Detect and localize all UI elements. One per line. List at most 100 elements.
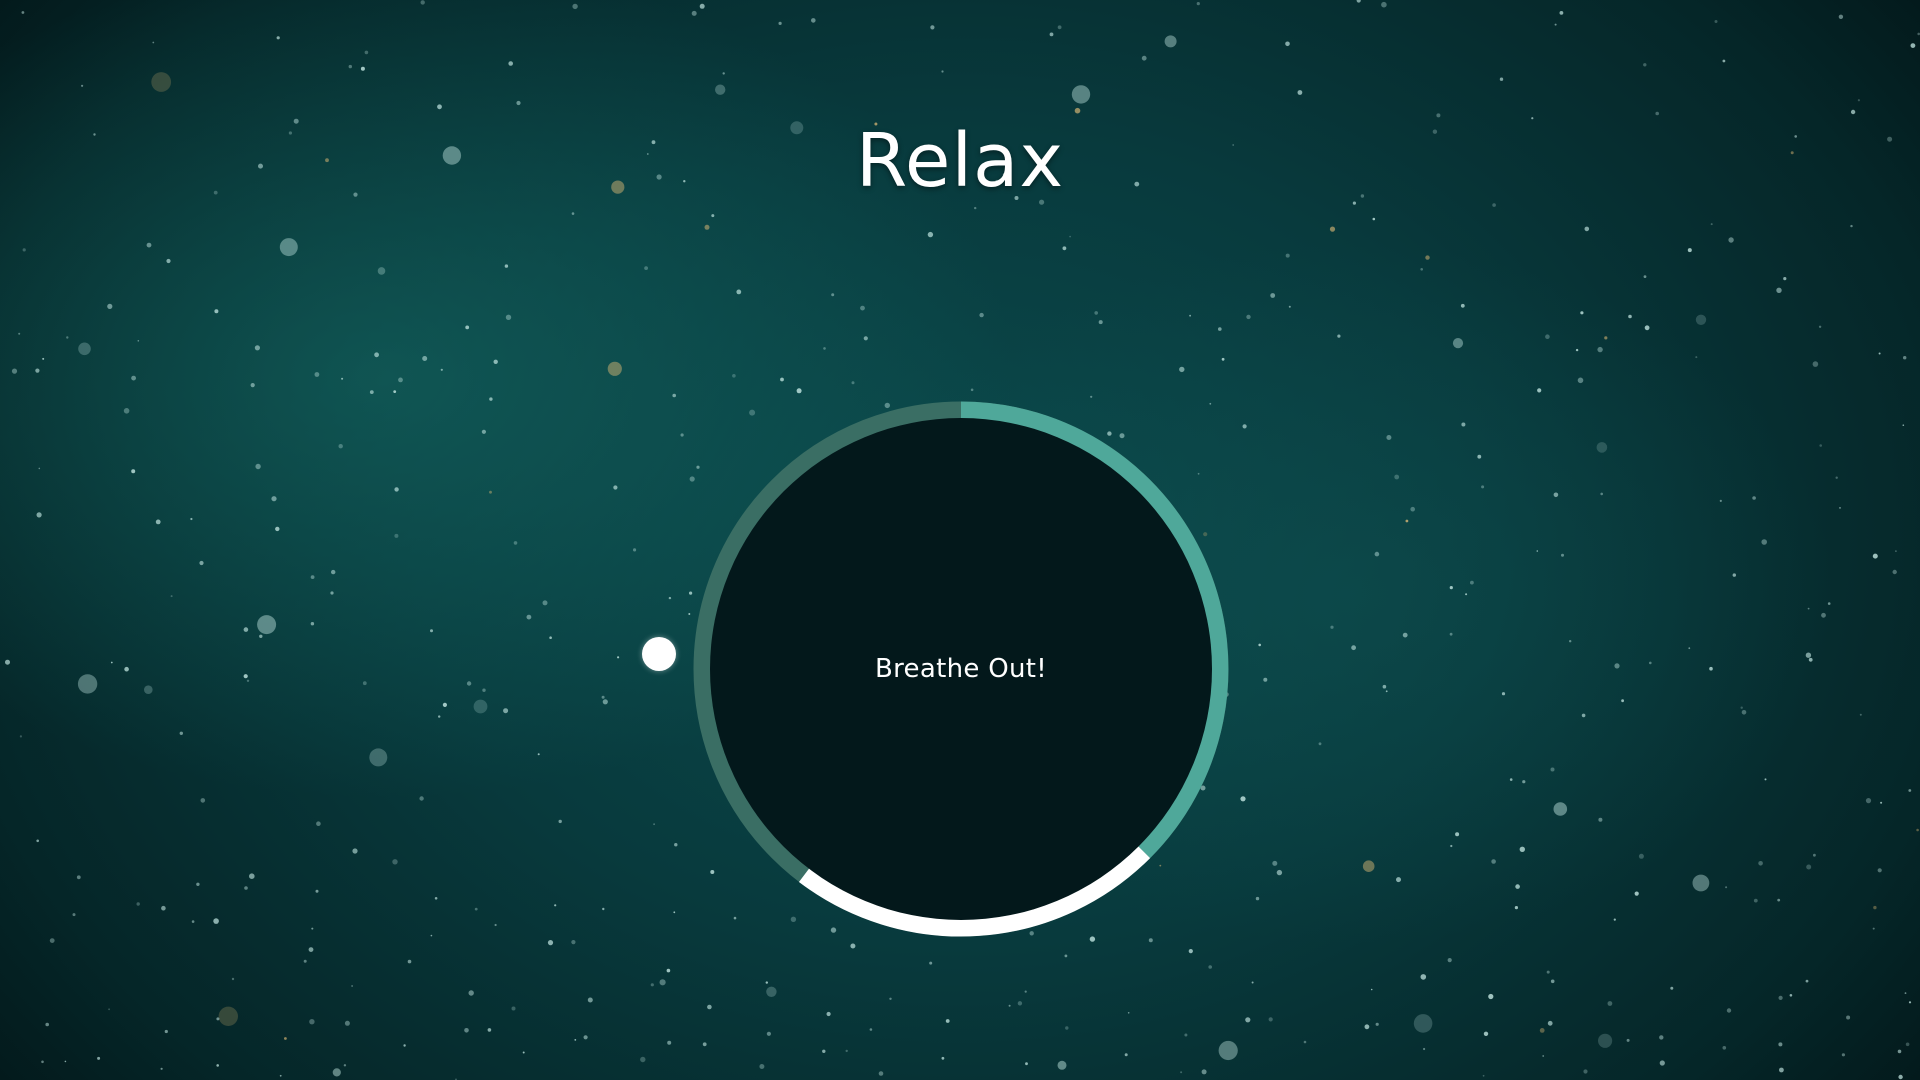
background-particle [303, 959, 307, 963]
background-particle [72, 913, 76, 917]
background-particle [1184, 1033, 1188, 1037]
background-particle [1242, 424, 1247, 429]
background-particle [392, 859, 398, 865]
background-particle [1465, 593, 1468, 596]
background-particle [974, 206, 977, 210]
background-particle [1561, 553, 1564, 557]
background-particle [1127, 1012, 1130, 1014]
breathing-widget: Breathe Out! [693, 401, 1229, 937]
background-particle [434, 897, 438, 900]
background-particle [146, 242, 152, 248]
background-particle [1364, 1024, 1370, 1030]
background-particle [275, 526, 280, 532]
background-particle [1607, 1001, 1613, 1006]
background-particle [522, 1051, 525, 1054]
status-text: Breathe Out! [875, 654, 1047, 684]
background-particle [35, 368, 40, 373]
background-particle [1584, 226, 1590, 232]
background-particle [601, 695, 605, 699]
background-particle [1805, 979, 1809, 983]
background-particle [732, 374, 736, 378]
background-particle [1447, 958, 1452, 963]
background-particle [1318, 742, 1322, 746]
background-particle [1692, 874, 1710, 892]
background-particle [1285, 253, 1290, 258]
background-particle [1385, 690, 1388, 693]
background-particle [422, 356, 428, 361]
background-particle [108, 1008, 110, 1011]
background-particle [542, 600, 548, 606]
background-particle [1329, 226, 1336, 232]
background-particle [1330, 625, 1334, 629]
background-particle [1255, 896, 1260, 901]
background-particle [941, 1056, 945, 1060]
background-particle [715, 84, 726, 95]
background-particle [310, 622, 315, 626]
background-particle [1285, 41, 1290, 47]
background-particle [481, 429, 486, 434]
background-particle [1835, 476, 1838, 479]
background-particle [420, 0, 425, 5]
background-particle [489, 397, 493, 401]
background-particle [1779, 1067, 1784, 1073]
background-particle [216, 1017, 220, 1021]
background-particle [1553, 492, 1559, 498]
background-particle [1263, 677, 1268, 682]
background-particle [1806, 864, 1812, 870]
background-particle [1714, 20, 1718, 23]
background-particle [170, 595, 173, 598]
background-particle [680, 433, 684, 437]
background-particle [259, 634, 263, 638]
background-particle [702, 1042, 707, 1047]
background-particle [1062, 246, 1067, 251]
background-particle [1386, 435, 1392, 440]
background-particle [1069, 235, 1071, 238]
background-particle [1501, 692, 1506, 696]
background-particle [254, 345, 260, 351]
background-particle [1218, 327, 1222, 331]
background-particle [927, 231, 934, 238]
background-particle [152, 41, 155, 44]
background-particle [688, 613, 691, 615]
background-particle [310, 575, 315, 579]
background-particle [199, 560, 204, 566]
background-particle [1559, 11, 1564, 15]
background-particle [1420, 268, 1423, 271]
background-particle [430, 629, 433, 633]
background-particle [1808, 657, 1813, 662]
background-particle [1569, 640, 1572, 643]
background-particle [1761, 539, 1767, 545]
background-particle [736, 289, 742, 295]
background-particle [243, 627, 249, 632]
background-particle [1218, 1040, 1238, 1061]
background-particle [1375, 1022, 1379, 1026]
background-particle [1481, 485, 1485, 489]
background-particle [1303, 1040, 1307, 1044]
background-particle [1839, 507, 1841, 509]
background-particle [1877, 868, 1882, 873]
background-particle [1124, 1053, 1128, 1057]
background-particle [945, 1019, 950, 1023]
background-particle [503, 708, 509, 714]
background-particle [1396, 877, 1401, 883]
background-particle [613, 485, 618, 490]
background-particle [930, 25, 935, 30]
background-particle [1643, 275, 1647, 278]
background-particle [1878, 352, 1881, 355]
background-particle [1272, 860, 1278, 866]
background-particle [607, 361, 622, 376]
background-particle [1515, 884, 1520, 889]
background-particle [1687, 248, 1692, 253]
background-particle [1872, 927, 1875, 930]
background-particle [1841, 1053, 1845, 1057]
background-particle [941, 70, 944, 73]
background-particle [377, 267, 386, 275]
background-particle [493, 359, 498, 364]
background-particle [1537, 388, 1542, 393]
background-particle [191, 920, 195, 923]
background-particle [1597, 346, 1603, 353]
background-particle [1695, 314, 1707, 325]
background-particle [330, 591, 334, 595]
background-particle [1621, 699, 1624, 703]
background-particle [1499, 77, 1504, 81]
